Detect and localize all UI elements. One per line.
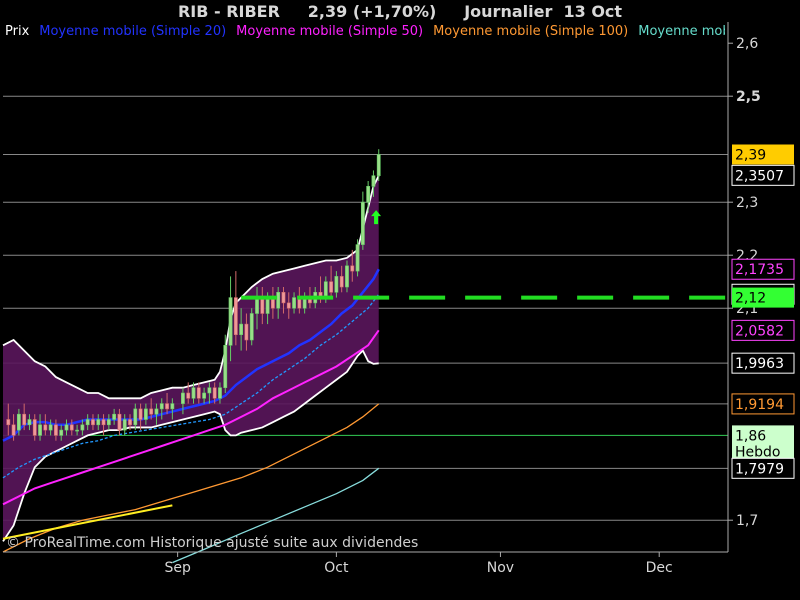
candle-body [292,297,296,309]
price-label-text: 2,1735 [735,262,784,278]
candle-body [11,424,16,436]
legend-item: Moyenne mobile (Simple 20) [39,24,227,39]
candle-body [181,392,185,404]
price-label-text: 1,9963 [735,356,784,372]
candle-body [244,323,249,341]
y-tick-label: 2,6 [736,36,758,52]
candle-body [350,265,355,272]
candle-body [48,424,53,431]
candle-body [260,297,265,314]
candle-body [281,291,286,304]
candle-body [218,387,222,399]
candle-body [249,313,254,341]
candle-body [91,419,95,426]
bollinger-band-fill [3,175,379,542]
candle-body [170,403,175,410]
copyright-notice: © ProRealTime.com Historique ajusté suit… [6,535,419,551]
price-label-text: 2,3507 [735,168,784,184]
candle-body [345,265,349,288]
price-label-text: 1,9194 [735,397,784,413]
candle-body [101,419,106,426]
x-tick-label: Nov [487,560,514,576]
candle-body [85,419,90,426]
candle-body [286,302,291,309]
candle-body [329,281,333,293]
legend-item: Moyenne mobile (Simple 50) [236,24,424,39]
candle-body [149,408,154,415]
candle-body [360,201,365,245]
candle-body [202,392,206,399]
candle-body [159,403,164,410]
candle-body [75,429,79,432]
candle-body [323,281,328,298]
candle-body [128,419,132,426]
y-tick-label: 2,3 [736,195,758,211]
candle-body [223,344,228,388]
candle-body [212,387,217,399]
candle-body [38,424,42,436]
candle-body [32,419,37,436]
legend-item: Prix [5,24,30,39]
candle-body [165,403,169,410]
candle-body [376,154,381,177]
candle-body [334,276,339,293]
candle-body [117,413,122,431]
candle-body [80,424,85,431]
candle-body [112,413,117,420]
candle-body [143,408,148,420]
candle-body [366,186,371,203]
y-tick-label: 1,7 [736,513,758,529]
candle-body [339,276,344,288]
candle-body [233,297,238,336]
candle-body [371,175,376,187]
candle-body [239,323,244,336]
yellow-trendline [2,504,173,540]
candle-body [43,424,48,431]
candle-body [64,424,69,431]
candle-body [355,244,360,272]
price-label-text: 2,0582 [735,323,784,339]
candle-body [276,291,281,309]
price-label-text: 2,39 [735,148,766,164]
candle-body [138,408,143,420]
candle-body [54,424,58,436]
price-label-text: 1,7979 [735,461,784,477]
candle-body [133,408,138,426]
candle-body [186,392,191,399]
candle-body [191,387,196,399]
candle-body [255,297,259,314]
legend-item: Moyenne mobile (Simple 200) [638,24,725,39]
candle-body [265,297,270,314]
bollinger-band-layer [3,175,379,542]
legend-item: Moyenne mobile (Simple 100) [433,24,629,39]
legend: Prix Moyenne mobile (Simple 20) Moyenne mo… [5,24,725,39]
candle-body [106,419,111,426]
candle-body [96,419,101,426]
y-tick-label: 2,5 [736,89,761,105]
candle-body [228,297,233,346]
candle-body [6,419,11,426]
candle-body [59,429,64,436]
candle-body [154,408,159,415]
x-tick-label: Sep [164,560,191,576]
price-chart[interactable]: 2,62,52,32,22,11,7Sep Oct Nov Dec 2,392,350… [0,0,800,600]
x-tick-label: Oct [324,560,349,576]
candle-body [196,387,201,399]
price-label-text: 2,12 [735,291,766,307]
x-tick-label: Dec [646,560,673,576]
candle-body [69,424,74,431]
price-label-text: 1,86 [735,428,766,444]
candle-body [122,419,127,431]
candle-body [27,419,32,426]
candle-body [207,387,212,394]
candle-body [16,413,21,431]
candle-body [22,413,27,426]
